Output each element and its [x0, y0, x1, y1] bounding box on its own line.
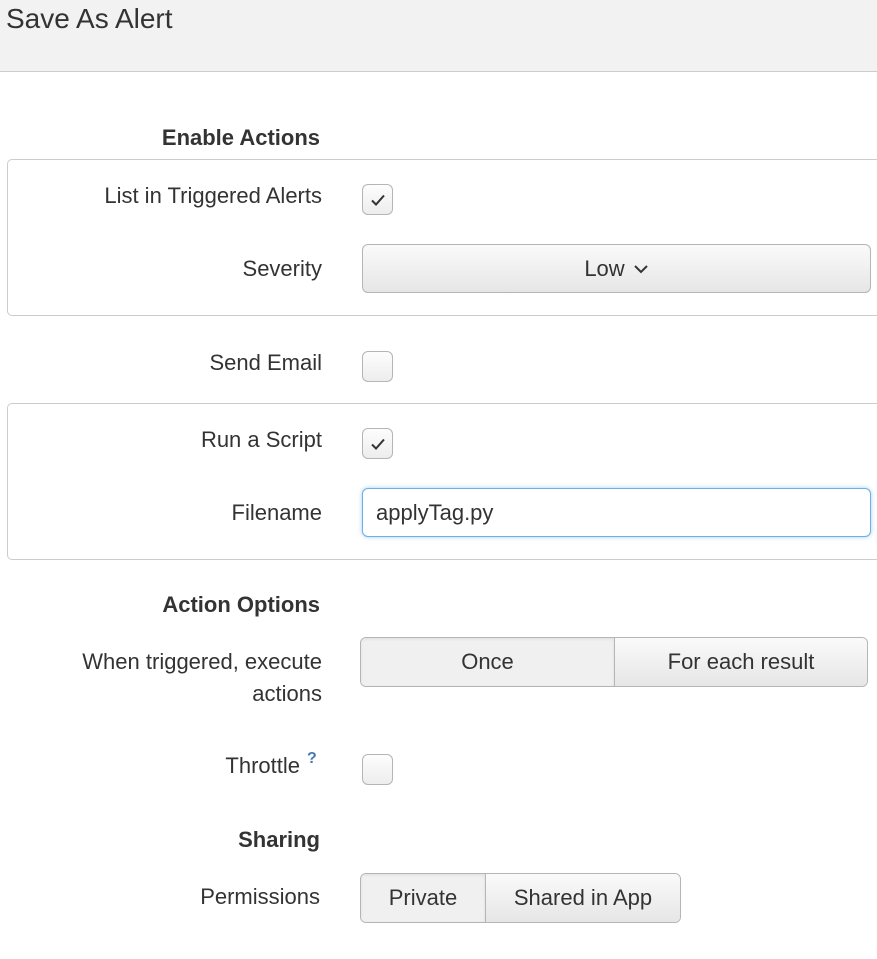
permissions-toggle: Private Shared in App [360, 873, 681, 923]
list-in-triggered-alerts-label: List in Triggered Alerts [104, 183, 322, 208]
question-icon[interactable]: ? [307, 750, 317, 768]
shared-in-app-option[interactable]: Shared in App [485, 874, 680, 922]
modal-header: Save As Alert [0, 0, 877, 72]
check-icon [370, 194, 385, 206]
filename-input[interactable] [362, 488, 871, 537]
when-triggered-toggle: Once For each result [360, 637, 868, 687]
throttle-checkbox[interactable] [362, 754, 393, 785]
page-title: Save As Alert [6, 3, 173, 34]
send-email-label: Send Email [209, 350, 322, 375]
for-each-result-option[interactable]: For each result [614, 638, 867, 686]
filename-label: Filename [231, 500, 322, 525]
severity-label: Severity [242, 256, 322, 281]
throttle-label: Throttle [225, 753, 300, 778]
private-option[interactable]: Private [361, 874, 485, 922]
severity-value: Low [584, 255, 625, 281]
section-title-enable-actions: Enable Actions [161, 125, 320, 150]
send-email-checkbox[interactable] [362, 351, 393, 382]
run-a-script-label: Run a Script [200, 427, 322, 452]
check-icon [370, 438, 385, 450]
once-option[interactable]: Once [361, 638, 614, 686]
when-triggered-label-line2: actions [252, 681, 322, 706]
run-a-script-checkbox[interactable] [362, 428, 393, 459]
severity-select[interactable]: Low [362, 244, 871, 293]
permissions-label: Permissions [200, 884, 320, 909]
section-title-action-options: Action Options [162, 592, 320, 617]
section-title-sharing: Sharing [238, 827, 320, 852]
chevron-down-icon [633, 264, 649, 274]
when-triggered-label-line1: When triggered, execute [82, 649, 322, 674]
list-in-triggered-alerts-checkbox[interactable] [362, 184, 393, 215]
